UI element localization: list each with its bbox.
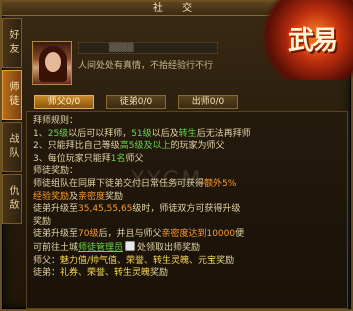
rule-highlight: 高5级及以上: [119, 141, 171, 152]
player-motto: 人间处处有真情，不拾经验行不行: [78, 61, 214, 71]
reward-text: 奖励: [150, 268, 169, 279]
rule-highlight: 51级: [131, 128, 152, 139]
reward-text: 徒弟：: [33, 268, 61, 279]
side-tab-team[interactable]: 战队: [2, 122, 22, 172]
rules-content: 拜师规则： 1、25级以后可以拜师，51级以后及转生后无法再拜师 2、只能拜比自…: [26, 111, 348, 309]
rule-text: 1、: [33, 128, 48, 139]
rule-text: 后无法再拜师: [196, 128, 251, 139]
reward-text: 及: [69, 191, 79, 202]
reward-text: 处领取出师奖励: [137, 242, 201, 253]
rule-text: 2、只能拜比自己等级: [33, 141, 120, 152]
reward-text: 徒弟升级至: [33, 204, 79, 215]
gift-icon: [125, 240, 136, 251]
reward-line-5: 徒弟升级至70级后，并且与师父亲密度达到10000便: [33, 228, 341, 241]
rules-title: 拜师规则：: [33, 116, 79, 126]
reward-text: 奖励: [216, 255, 235, 266]
avatar[interactable]: [32, 41, 72, 85]
rule-text: 以后可以拜师，: [68, 128, 132, 139]
reward-text: 奖励: [105, 191, 124, 202]
player-name: ▒▒▒▒: [78, 42, 218, 54]
reward-line-6: 可前往土城师徒管理员 处领取出师奖励: [33, 240, 341, 255]
side-tab-mentorship[interactable]: 师徒: [2, 70, 22, 120]
reward-line-4: 奖励: [33, 216, 52, 227]
reward-highlight: 魅力值/帅气值、荣誉、转生灵魄、元宝: [60, 255, 217, 266]
reward-line-8: 徒弟：礼券、荣誉、转生灵魄奖励: [33, 267, 341, 280]
profile-card: ▒▒▒▒ 人间处处有真情，不拾经验行不行: [26, 38, 286, 88]
reward-line-2: 经验奖励及亲密度奖励: [33, 191, 341, 204]
reward-line-1: 师徒组队在同屏下徒弟交付日常任务可获得额外5%: [33, 178, 341, 191]
reward-highlight: 经验奖励: [33, 191, 70, 202]
reward-highlight: 70级: [78, 229, 99, 240]
avatar-face: [45, 52, 61, 72]
rule-text: 3、每位玩家只能拜: [33, 153, 111, 164]
mentor-manager-link[interactable]: 师徒管理员: [78, 243, 123, 253]
reward-highlight: 额外5%: [204, 178, 237, 189]
reward-text: 级时，师徒双方可获得升级: [132, 204, 241, 215]
rule-highlight: 1名: [110, 153, 126, 164]
tab-graduated[interactable]: 出师0/0: [178, 95, 238, 109]
rule-text: 师父: [125, 153, 144, 164]
side-tabs: 好友 师徒 战队 仇敌: [2, 18, 24, 226]
reward-line-7: 师父：魅力值/帅气值、荣誉、转生灵魄、元宝奖励: [33, 255, 341, 268]
rule-highlight: 转生: [178, 128, 197, 139]
reward-text: 师父：: [33, 255, 61, 266]
reward-text: 徒弟升级至: [33, 229, 79, 240]
rule-text: 以后及: [151, 128, 179, 139]
reward-text: 后，并且与师父: [98, 229, 162, 240]
reward-highlight: 亲密度: [78, 191, 106, 202]
reward-highlight: 礼券、荣誉、转生灵魄: [60, 268, 151, 279]
rule-3: 3、每位玩家只能拜1名师父: [33, 153, 341, 166]
rule-highlight: 25级: [47, 128, 69, 139]
reward-text: 可前往土城: [33, 242, 79, 253]
reward-text: 便: [235, 229, 245, 240]
reward-title: 师徒奖励：: [33, 166, 79, 177]
reward-line-3: 徒弟升级至35,45,55,65级时，师徒双方可获得升级: [33, 203, 341, 216]
mentorship-subtabs: 师父0/0 徒弟0/0 出师0/0: [26, 95, 256, 109]
rule-text: 的玩家为师父: [170, 141, 225, 152]
side-tab-friends[interactable]: 好友: [2, 18, 22, 68]
reward-highlight: 亲密度达到10000: [161, 229, 236, 240]
rule-1: 1、25级以后可以拜师，51级以后及转生后无法再拜师: [33, 128, 341, 141]
tab-master[interactable]: 师父0/0: [34, 95, 94, 109]
tab-apprentice[interactable]: 徒弟0/0: [106, 95, 166, 109]
rule-2: 2、只能拜比自己等级高5级及以上的玩家为师父: [33, 140, 341, 153]
side-tab-enemies[interactable]: 仇敌: [2, 174, 22, 224]
reward-text: 师徒组队在同屏下徒弟交付日常任务可获得: [33, 178, 205, 189]
reward-highlight: 35,45,55,65: [78, 204, 133, 215]
